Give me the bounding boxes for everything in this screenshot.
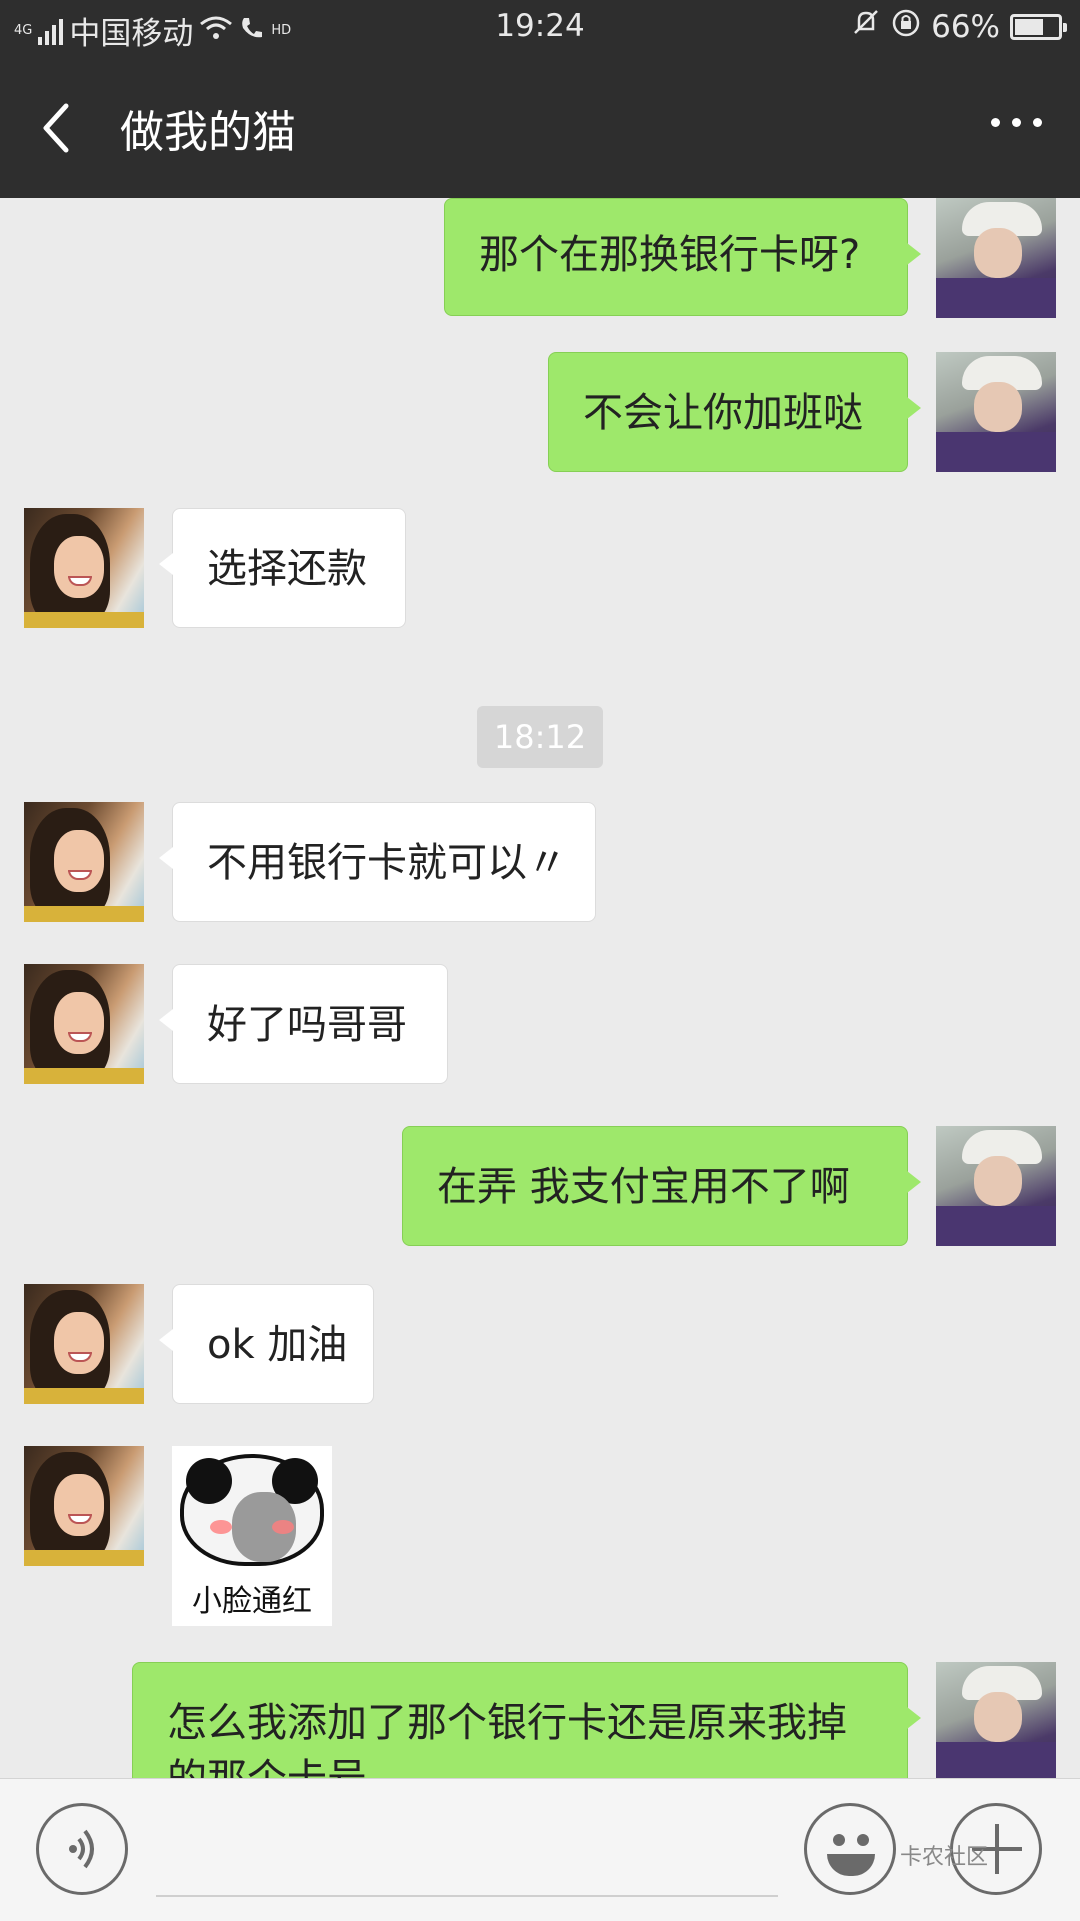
incoming-message-bubble[interactable]: 不用银行卡就可以〃 <box>159 802 596 922</box>
chat-header: 做我的猫 <box>0 56 1080 198</box>
self-avatar[interactable] <box>936 1126 1056 1246</box>
sticker-message[interactable]: 小脸通红 <box>172 1446 332 1626</box>
mute-vibrate-icon <box>851 9 881 45</box>
time-divider: 18:12 <box>477 706 603 768</box>
outgoing-message-bubble[interactable]: 在弄 我支付宝用不了啊 <box>402 1126 921 1246</box>
outgoing-message-bubble[interactable]: 怎么我添加了那个银行卡还是原来我掉的那个卡号 <box>132 1662 921 1778</box>
contact-avatar[interactable] <box>24 508 144 628</box>
self-avatar[interactable] <box>936 352 1056 472</box>
chat-title: 做我的猫 <box>120 107 296 158</box>
watermark: 卡农社区 <box>900 1845 989 1870</box>
rotation-lock-icon <box>891 8 921 46</box>
contact-avatar[interactable] <box>24 1446 144 1566</box>
contact-avatar[interactable] <box>24 964 144 1084</box>
incoming-message-bubble[interactable]: 好了吗哥哥 <box>159 964 448 1084</box>
status-bar: 4G 中国移动 HD 19:24 66% <box>0 0 1080 56</box>
panda-sticker-icon <box>180 1454 324 1566</box>
emoji-icon[interactable] <box>804 1803 896 1895</box>
incoming-message-bubble[interactable]: 选择还款 <box>159 508 406 628</box>
sticker-caption: 小脸通红 <box>192 1584 312 1619</box>
self-avatar[interactable] <box>936 198 1056 318</box>
battery-icon <box>1010 14 1067 40</box>
input-bar: 卡农社区 <box>0 1778 1080 1921</box>
outgoing-message-bubble[interactable]: 不会让你加班哒 <box>548 352 921 472</box>
message-list[interactable]: 那个在那换银行卡呀? 不会让你加班哒 选择还款 18:12 不用银行卡就可以〃 … <box>0 198 1080 1778</box>
message-input[interactable] <box>156 1895 778 1897</box>
self-avatar[interactable] <box>936 1662 1056 1778</box>
contact-avatar[interactable] <box>24 1284 144 1404</box>
back-arrow-icon[interactable] <box>36 98 86 158</box>
battery-percent: 66% <box>931 9 1000 45</box>
incoming-message-bubble[interactable]: ok 加油 <box>159 1284 374 1404</box>
voice-icon[interactable] <box>36 1803 128 1895</box>
outgoing-message-bubble[interactable]: 那个在那换银行卡呀? <box>444 198 921 316</box>
more-icon[interactable] <box>991 118 1042 127</box>
contact-avatar[interactable] <box>24 802 144 922</box>
